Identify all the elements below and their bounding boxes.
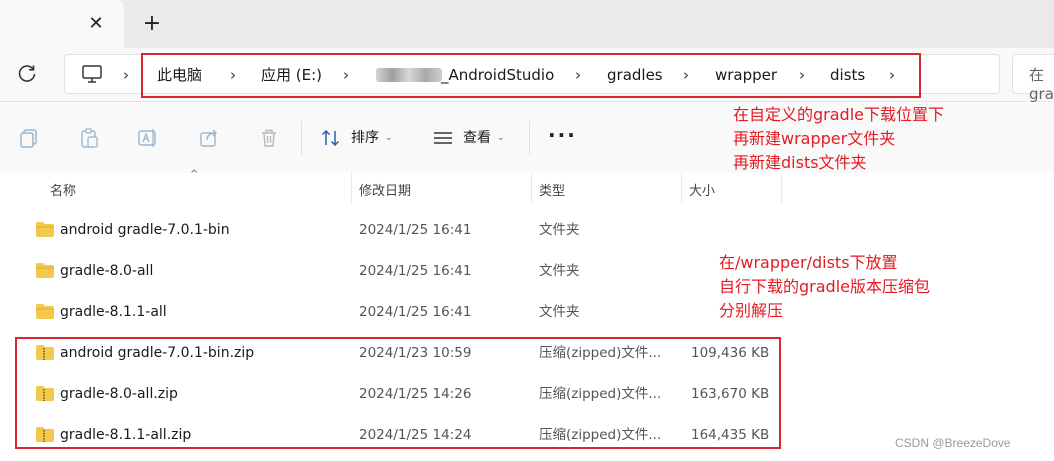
view-button[interactable]: 查看 ⌄ — [433, 125, 505, 151]
column-date-modified[interactable]: 修改日期 — [359, 180, 411, 199]
file-date: 2024/1/25 16:41 — [359, 304, 472, 320]
annotation-line: 再新建dists文件夹 — [733, 153, 867, 172]
toolbar-divider — [301, 121, 302, 155]
column-header: ^ 名称 修改日期 类型 大小 — [0, 169, 1054, 203]
watermark: CSDN @BreezeDove — [895, 436, 1011, 450]
column-divider[interactable] — [531, 173, 532, 203]
annotation-line: 自行下载的gradle版本压缩包 — [719, 277, 930, 296]
file-type: 文件夹 — [539, 222, 580, 238]
annotation-note-2: 在/wrapper/dists下放置 自行下载的gradle版本压缩包 分别解压 — [719, 251, 930, 323]
file-date: 2024/1/25 16:41 — [359, 222, 472, 238]
column-name[interactable]: 名称 — [50, 180, 76, 199]
new-tab-button[interactable]: + — [140, 12, 164, 36]
breadcrumb-separator[interactable]: › — [123, 65, 129, 85]
zip-files-highlight-box — [15, 337, 781, 449]
file-type: 文件夹 — [539, 304, 580, 320]
sort-icon — [321, 129, 340, 147]
folder-icon — [36, 263, 54, 278]
annotation-line: 分别解压 — [719, 301, 784, 320]
column-divider[interactable] — [781, 173, 782, 203]
file-type: 文件夹 — [539, 263, 580, 279]
view-label: 查看 — [463, 130, 491, 146]
address-highlight-box — [141, 53, 921, 98]
chevron-down-icon: ⌄ — [385, 133, 393, 143]
file-name: android gradle-7.0.1-bin — [60, 222, 230, 238]
chevron-down-icon: ⌄ — [497, 133, 505, 143]
tab-strip: ✕ + — [0, 0, 1054, 48]
annotation-line: 在自定义的gradle下载位置下 — [733, 105, 944, 124]
folder-icon — [36, 222, 54, 237]
view-icon — [434, 132, 452, 144]
paste-icon[interactable] — [78, 127, 100, 149]
annotation-line: 再新建wrapper文件夹 — [733, 129, 896, 148]
copy-icon[interactable] — [18, 127, 40, 149]
rename-icon[interactable] — [137, 127, 159, 149]
file-name: gradle-8.0-all — [60, 263, 154, 279]
folder-icon — [36, 304, 54, 319]
column-type[interactable]: 类型 — [539, 180, 565, 199]
refresh-icon[interactable] — [16, 63, 38, 85]
share-icon[interactable] — [198, 127, 220, 149]
annotation-line: 在/wrapper/dists下放置 — [719, 253, 898, 272]
close-tab-icon[interactable]: ✕ — [84, 12, 108, 36]
file-name: gradle-8.1.1-all — [60, 304, 167, 320]
delete-icon[interactable] — [258, 127, 280, 149]
file-date: 2024/1/25 16:41 — [359, 263, 472, 279]
annotation-note-1: 在自定义的gradle下载位置下 再新建wrapper文件夹 再新建dists文… — [733, 103, 944, 175]
toolbar-divider — [529, 121, 530, 155]
tab-current[interactable]: ✕ — [0, 0, 124, 48]
this-pc-icon[interactable] — [81, 64, 103, 84]
column-divider[interactable] — [681, 173, 682, 203]
file-row[interactable]: android gradle-7.0.1-bin 2024/1/25 16:41… — [0, 210, 1054, 250]
column-size[interactable]: 大小 — [689, 180, 715, 199]
column-divider[interactable] — [351, 173, 352, 203]
sort-label: 排序 — [351, 130, 379, 146]
sort-ascending-icon: ^ — [190, 169, 199, 180]
sort-button[interactable]: 排序 ⌄ — [321, 125, 393, 151]
search-input[interactable]: 在 gradles 中搜索 — [1012, 54, 1054, 123]
more-options-button[interactable]: ··· — [548, 123, 577, 147]
